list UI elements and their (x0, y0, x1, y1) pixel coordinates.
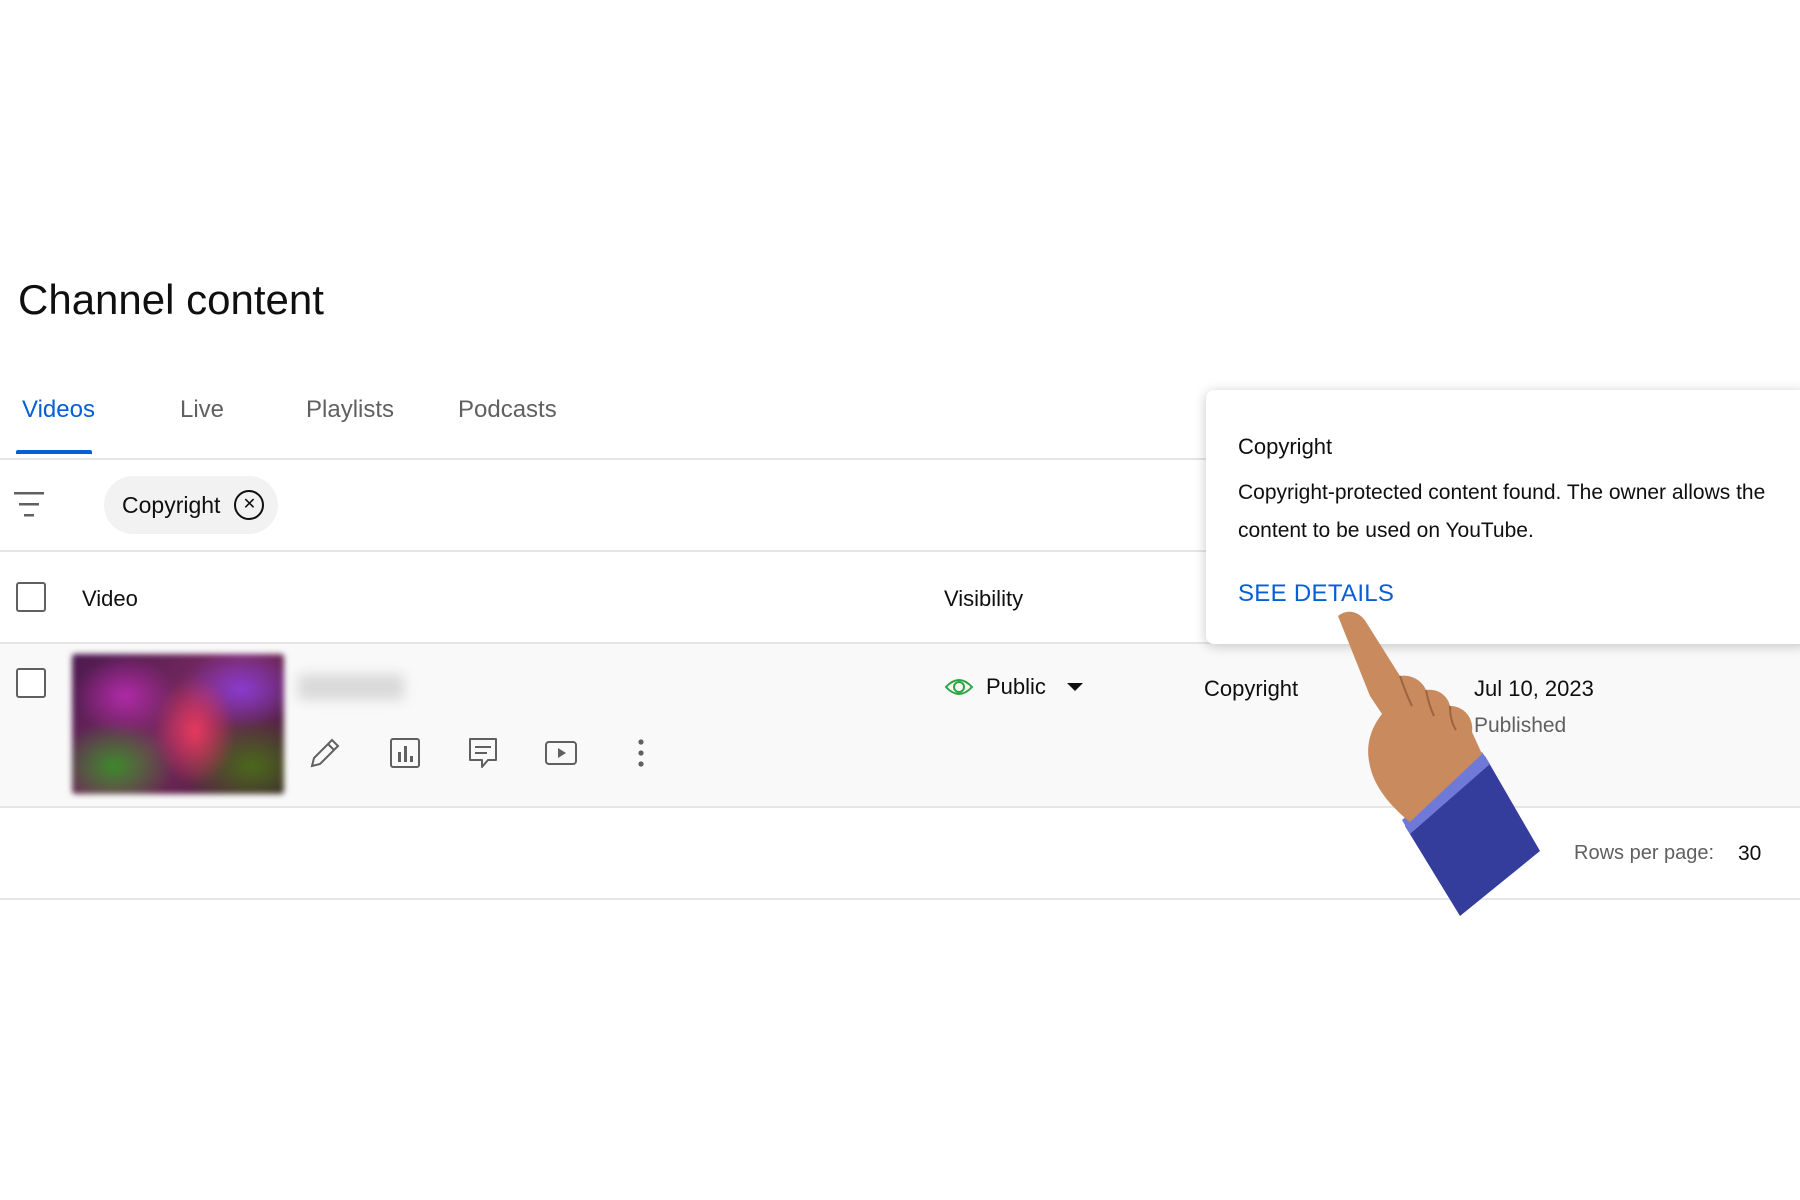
play-box-icon[interactable] (544, 736, 578, 770)
tab-videos[interactable]: Videos (22, 396, 95, 424)
caret-down-icon (1066, 683, 1083, 691)
comments-icon[interactable] (466, 736, 500, 770)
more-vert-icon[interactable] (624, 736, 658, 770)
popup-body: Copyright-protected content found. The o… (1238, 481, 1766, 542)
pointing-hand-icon (1338, 611, 1540, 916)
column-header-visibility[interactable]: Visibility (944, 586, 1023, 612)
row-checkbox[interactable] (16, 668, 46, 698)
tab-playlists[interactable]: Playlists (306, 396, 394, 424)
rows-per-page-label: Rows per page: (1574, 842, 1715, 864)
active-tab-indicator (16, 450, 92, 454)
popup-title: Copyright (1238, 434, 1333, 459)
filter-icon[interactable] (14, 490, 46, 520)
visibility-label: Public (986, 674, 1046, 699)
restrictions-label[interactable]: Copyright (1204, 676, 1298, 702)
tab-live[interactable]: Live (180, 396, 224, 424)
filter-chip-label: Copyright (122, 491, 221, 518)
tab-podcasts[interactable]: Podcasts (458, 396, 557, 424)
page-title: Channel content (18, 276, 324, 323)
filter-chip-copyright[interactable]: Copyright ✕ (104, 476, 279, 534)
visibility-dropdown[interactable]: Public (944, 674, 1084, 700)
eye-icon (944, 679, 974, 695)
rows-per-page-select[interactable]: 30 (1738, 842, 1761, 866)
close-circle-icon[interactable]: ✕ (234, 490, 265, 520)
select-all-checkbox[interactable] (16, 582, 46, 612)
column-header-video: Video (82, 586, 138, 611)
pencil-icon[interactable] (308, 736, 342, 770)
video-title[interactable] (298, 674, 404, 700)
see-details-link[interactable]: SEE DETAILS (1238, 580, 1394, 608)
bar-chart-icon[interactable] (388, 736, 422, 770)
video-thumbnail[interactable] (72, 654, 284, 794)
